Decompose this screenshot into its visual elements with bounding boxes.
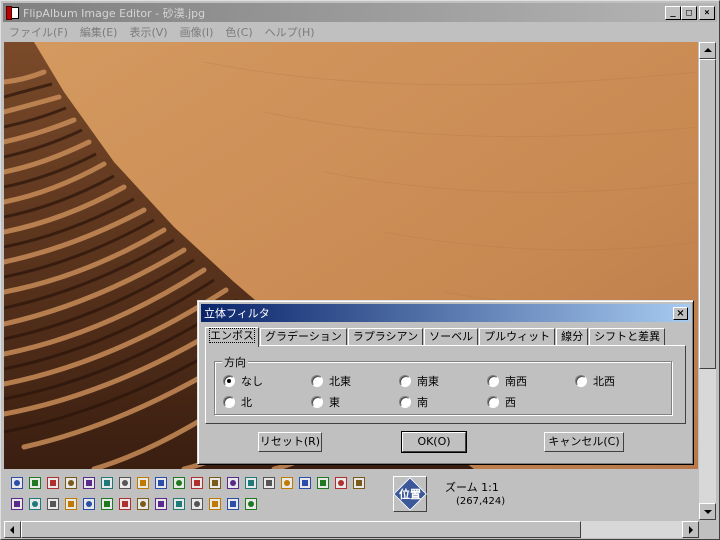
radio-dot[interactable] (311, 396, 323, 408)
vertical-scroll-thumb[interactable] (699, 59, 716, 369)
eye-icon[interactable] (243, 496, 259, 512)
cancel-button[interactable]: キャンセル(C) (544, 432, 624, 452)
histogram-icon[interactable] (171, 496, 187, 512)
resize-icon[interactable] (81, 496, 97, 512)
zoom-icon[interactable] (45, 496, 61, 512)
scanner-icon[interactable] (315, 475, 331, 491)
crop-icon[interactable] (81, 475, 97, 491)
tab-laplacian[interactable]: ラプラシアン (347, 328, 424, 346)
rotate-icon[interactable] (153, 475, 169, 491)
print-icon[interactable] (333, 475, 349, 491)
tab-gradation[interactable]: グラデーション (260, 328, 347, 346)
vertical-scrollbar[interactable] (699, 42, 716, 520)
grid-icon[interactable] (153, 496, 169, 512)
select-icon[interactable] (9, 496, 25, 512)
radio-dot[interactable] (575, 375, 587, 387)
radio-north[interactable]: 北 (223, 394, 252, 410)
tab-sobel[interactable]: ソーベル (424, 328, 479, 346)
ok-button[interactable]: OK(O) (401, 431, 467, 453)
menu-edit[interactable]: 編集(E) (74, 24, 124, 40)
emboss-tab-panel: 方向 なし 北東 南東 南西 北西 北 東 南 西 (205, 345, 686, 424)
editor-window: FlipAlbum Image Editor - 砂漠.jpg _ □ × ファ… (0, 0, 720, 540)
direction-group: 方向 なし 北東 南東 南西 北西 北 東 南 西 (214, 354, 672, 415)
tool-palette: 位置 ズーム 1:1 (267,424) (4, 470, 698, 520)
pen-icon[interactable] (225, 496, 241, 512)
menu-help[interactable]: ヘルプ(H) (259, 24, 321, 40)
color-palette-icon[interactable] (189, 475, 205, 491)
swap-icon[interactable] (243, 475, 259, 491)
auto-crop-icon[interactable] (99, 475, 115, 491)
contrast-icon[interactable] (207, 496, 223, 512)
maximize-button[interactable]: □ (681, 5, 697, 20)
close-button[interactable]: × (699, 5, 715, 20)
save-icon[interactable] (27, 475, 43, 491)
text-icon[interactable] (171, 475, 187, 491)
menu-bar: ファイル(F) 編集(E) 表示(V) 画像(I) 色(C) ヘルプ(H) (3, 23, 717, 41)
menu-color[interactable]: 色(C) (219, 24, 258, 40)
app-icon[interactable] (6, 5, 20, 20)
radio-dot[interactable] (311, 375, 323, 387)
menu-view[interactable]: 表示(V) (123, 24, 173, 40)
undo-icon[interactable] (45, 475, 61, 491)
radio-northwest[interactable]: 北西 (575, 373, 615, 389)
dialog-title-bar: 立体フィルタ × (201, 304, 690, 322)
window-title: FlipAlbum Image Editor - 砂漠.jpg (23, 6, 206, 20)
new-icon[interactable] (9, 475, 25, 491)
position-button[interactable]: 位置 (393, 476, 427, 512)
cursor-coordinates: (267,424) (456, 496, 506, 507)
dialog-title: 立体フィルタ (204, 307, 270, 320)
effects-icon[interactable] (297, 475, 313, 491)
tab-emboss[interactable]: エンボス (205, 327, 259, 347)
tab-prewitt[interactable]: プルウィット (479, 328, 556, 346)
position-label: 位置 (399, 488, 421, 501)
radio-dot[interactable] (223, 375, 235, 387)
minimize-button[interactable]: _ (665, 5, 681, 20)
radio-west[interactable]: 西 (487, 394, 516, 410)
color-wheel-icon[interactable] (279, 475, 295, 491)
reset-button[interactable]: リセット(R) (258, 432, 322, 452)
scroll-down-button[interactable] (699, 503, 716, 520)
title-bar: FlipAlbum Image Editor - 砂漠.jpg _ □ × (3, 3, 717, 22)
tab-line-segment[interactable]: 線分 (556, 328, 589, 346)
horizontal-scroll-thumb[interactable] (21, 521, 581, 538)
cut-icon[interactable] (27, 496, 43, 512)
red-eye-fix-icon[interactable] (189, 496, 205, 512)
radio-dot[interactable] (487, 375, 499, 387)
flip-icon[interactable] (135, 475, 151, 491)
filter-icon[interactable] (135, 496, 151, 512)
direction-group-label: 方向 (222, 354, 248, 370)
rotate-left-icon[interactable] (63, 475, 79, 491)
scroll-up-button[interactable] (699, 42, 716, 59)
tool-grid (8, 473, 370, 515)
scroll-right-button[interactable] (682, 521, 699, 538)
gradient-icon[interactable] (225, 475, 241, 491)
brush-icon[interactable] (99, 496, 115, 512)
radio-south[interactable]: 南 (399, 394, 428, 410)
emboss-filter-dialog: 立体フィルタ × エンボス グラデーション ラプラシアン ソーベル プルウィット… (197, 300, 694, 465)
radio-southeast[interactable]: 南東 (399, 373, 439, 389)
radio-east[interactable]: 東 (311, 394, 340, 410)
zoom-level: ズーム 1:1 (445, 481, 499, 494)
menu-file[interactable]: ファイル(F) (3, 24, 74, 40)
filter-tabs: エンボス グラデーション ラプラシアン ソーベル プルウィット 線分 シフトと差… (205, 326, 666, 347)
zoom-out-icon[interactable] (63, 496, 79, 512)
radio-dot[interactable] (399, 396, 411, 408)
radio-none[interactable]: なし (223, 373, 263, 389)
scroll-left-button[interactable] (4, 521, 21, 538)
radio-dot[interactable] (399, 375, 411, 387)
sun-icon[interactable] (261, 475, 277, 491)
tab-shift-difference[interactable]: シフトと差異 (589, 328, 666, 346)
menu-image[interactable]: 画像(I) (174, 24, 220, 40)
radio-dot[interactable] (223, 396, 235, 408)
flip-h-icon[interactable] (117, 496, 133, 512)
radio-southwest[interactable]: 南西 (487, 373, 527, 389)
radio-dot[interactable] (487, 396, 499, 408)
radio-northeast[interactable]: 北東 (311, 373, 351, 389)
zoom-in-icon[interactable] (117, 475, 133, 491)
portrait-icon[interactable] (207, 475, 223, 491)
horizontal-scrollbar[interactable] (4, 521, 699, 538)
copy-icon[interactable] (351, 475, 367, 491)
dialog-close-button[interactable]: × (673, 306, 688, 320)
